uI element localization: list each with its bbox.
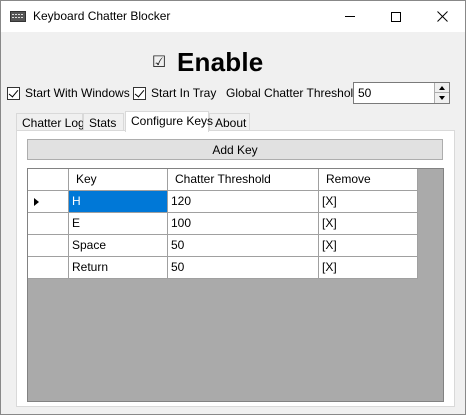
column-header-remove[interactable]: Remove: [319, 169, 418, 191]
minimize-button[interactable]: [327, 1, 373, 32]
keys-grid[interactable]: Key Chatter Threshold Remove H 120 [X] E…: [27, 168, 444, 402]
start-in-tray-check-icon[interactable]: [133, 86, 146, 100]
enable-label[interactable]: Enable: [177, 47, 263, 78]
threshold-cell[interactable]: 50: [168, 257, 319, 279]
maximize-icon: [391, 11, 401, 22]
row-header[interactable]: [28, 213, 69, 235]
minimize-icon: [345, 16, 355, 17]
global-threshold-spinner[interactable]: 50: [353, 82, 450, 104]
title-bar[interactable]: Keyboard Chatter Blocker: [1, 1, 465, 32]
start-with-windows-label[interactable]: Start With Windows: [25, 86, 130, 100]
tab-configure-keys[interactable]: Configure Keys: [125, 111, 213, 132]
table-row[interactable]: Return 50 [X]: [28, 257, 418, 279]
threshold-cell[interactable]: 100: [168, 213, 319, 235]
global-threshold-value[interactable]: 50: [358, 86, 371, 100]
spin-down-button[interactable]: [435, 93, 449, 103]
row-header[interactable]: [28, 191, 69, 213]
table-row[interactable]: E 100 [X]: [28, 213, 418, 235]
keyboard-icon: [10, 11, 26, 22]
column-header-threshold[interactable]: Chatter Threshold: [168, 169, 319, 191]
column-header-key[interactable]: Key: [69, 169, 168, 191]
spin-up-button[interactable]: [435, 83, 449, 93]
spinner-buttons: [434, 83, 449, 103]
arrow-up-icon: [439, 85, 445, 90]
main-window: Keyboard Chatter Blocker ☑ Enable Start …: [0, 0, 466, 415]
start-with-windows-checkbox[interactable]: Start With Windows: [7, 84, 130, 102]
close-button[interactable]: [419, 1, 465, 32]
key-cell[interactable]: E: [69, 213, 168, 235]
configure-keys-panel: Add Key Key Chatter Threshold Remove H 1…: [16, 130, 455, 407]
key-cell[interactable]: Space: [69, 235, 168, 257]
window-title: Keyboard Chatter Blocker: [33, 9, 171, 23]
key-cell[interactable]: Return: [69, 257, 168, 279]
threshold-cell[interactable]: 50: [168, 235, 319, 257]
remove-cell[interactable]: [X]: [319, 257, 418, 279]
key-cell[interactable]: H: [69, 191, 168, 213]
enable-check-icon[interactable]: ☑: [151, 52, 167, 72]
remove-cell[interactable]: [X]: [319, 235, 418, 257]
maximize-button[interactable]: [373, 1, 419, 32]
arrow-down-icon: [439, 96, 445, 100]
remove-cell[interactable]: [X]: [319, 191, 418, 213]
add-key-button[interactable]: Add Key: [27, 139, 443, 160]
remove-cell[interactable]: [X]: [319, 213, 418, 235]
row-header[interactable]: [28, 257, 69, 279]
threshold-cell[interactable]: 120: [168, 191, 319, 213]
close-icon: [436, 11, 448, 22]
row-header[interactable]: [28, 235, 69, 257]
table-row[interactable]: Space 50 [X]: [28, 235, 418, 257]
start-in-tray-label[interactable]: Start In Tray: [151, 86, 216, 100]
table-row[interactable]: H 120 [X]: [28, 191, 418, 213]
tab-stats[interactable]: Stats: [83, 113, 124, 131]
tab-chatter-log[interactable]: Chatter Log: [16, 113, 85, 131]
global-threshold-label: Global Chatter Threshold:: [226, 86, 364, 100]
row-header-corner[interactable]: [28, 169, 69, 191]
start-in-tray-checkbox[interactable]: Start In Tray: [133, 84, 216, 102]
start-with-windows-check-icon[interactable]: [7, 86, 20, 100]
tab-about[interactable]: About: [209, 113, 250, 131]
current-row-arrow-icon: [34, 198, 39, 206]
grid-header: Key Chatter Threshold Remove: [28, 169, 418, 191]
enable-checkbox[interactable]: ☑ Enable: [151, 45, 263, 79]
